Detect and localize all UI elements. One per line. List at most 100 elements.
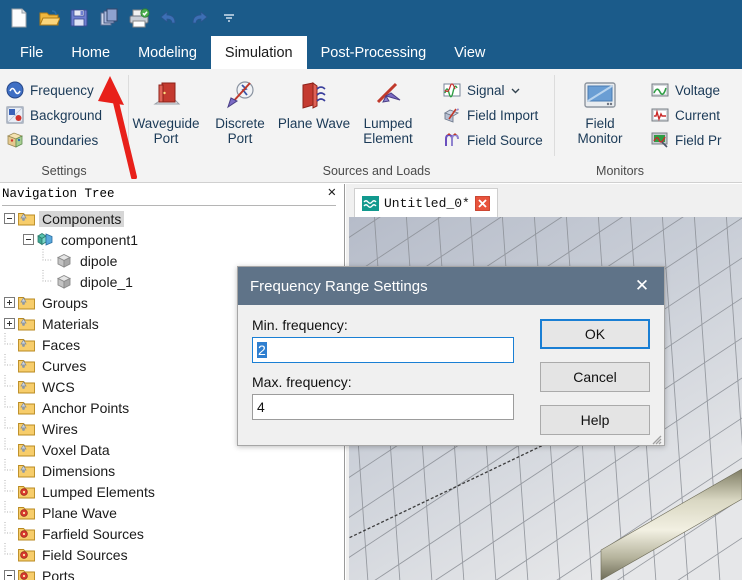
boundaries-button[interactable]: Boundaries xyxy=(6,129,102,151)
component-group-icon xyxy=(37,232,54,247)
collapse-icon[interactable] xyxy=(4,570,15,580)
voltage-monitor-button[interactable]: Voltage xyxy=(651,79,722,101)
field-monitor-label: Field Monitor xyxy=(577,116,623,146)
tree-item-field-sources[interactable]: Field Sources xyxy=(4,542,344,565)
dialog-title-bar: Frequency Range Settings ✕ xyxy=(238,267,664,305)
tree-item-label: dipole_1 xyxy=(80,273,133,290)
group-label-monitors: Monitors xyxy=(596,164,644,178)
document-tab-untitled[interactable]: Untitled_0* xyxy=(354,188,498,217)
tree-item-ports[interactable]: Ports xyxy=(4,565,344,580)
collapse-icon[interactable] xyxy=(23,234,34,245)
waveguide-port-button[interactable]: Waveguide Port xyxy=(129,76,203,146)
tab-simulation[interactable]: Simulation xyxy=(210,36,307,69)
tree-item-label: Farfield Sources xyxy=(42,525,144,542)
wave-document-icon xyxy=(362,195,379,211)
new-file-icon[interactable] xyxy=(6,5,32,31)
field-probe-button[interactable]: Field Pr xyxy=(651,129,722,151)
open-folder-icon[interactable] xyxy=(36,5,62,31)
min-frequency-input[interactable]: 2 xyxy=(252,337,514,363)
field-import-button[interactable]: Field Import xyxy=(443,104,543,126)
ribbon-group-settings: Frequency Background Boundaries Settings xyxy=(0,69,128,183)
tree-item-farfield-sources[interactable]: Farfield Sources xyxy=(4,521,344,544)
tree-item-components[interactable]: Components xyxy=(4,208,344,229)
expand-icon[interactable] xyxy=(4,297,15,308)
tree-item-label: WCS xyxy=(42,378,75,395)
field-monitor-icon xyxy=(582,78,618,114)
folder-source-icon xyxy=(18,526,35,541)
max-frequency-input[interactable]: 4 xyxy=(252,394,514,420)
folder-component-icon xyxy=(18,421,35,436)
ribbon-body: Frequency Background Boundaries Settings… xyxy=(0,69,742,183)
frequency-range-settings-dialog: Frequency Range Settings ✕ Min. frequenc… xyxy=(237,266,665,446)
signal-button[interactable]: Signal xyxy=(443,79,543,101)
tab-post-processing[interactable]: Post-Processing xyxy=(307,36,441,69)
print-icon[interactable] xyxy=(126,5,152,31)
divider xyxy=(2,205,336,206)
folder-component-icon xyxy=(18,463,35,478)
tree-item-label: component1 xyxy=(61,231,139,248)
expand-icon[interactable] xyxy=(4,318,15,329)
solid-box-icon xyxy=(56,253,73,268)
folder-component-icon xyxy=(18,337,35,352)
waveguide-port-icon xyxy=(148,78,184,114)
tab-view[interactable]: View xyxy=(440,36,499,69)
redo-arrow-icon[interactable] xyxy=(186,5,212,31)
tree-item-label: Materials xyxy=(42,315,99,332)
tree-item-lumped-elements[interactable]: Lumped Elements xyxy=(4,479,344,502)
dialog-title: Frequency Range Settings xyxy=(250,277,428,295)
help-button[interactable]: Help xyxy=(540,405,650,435)
frequency-button[interactable]: Frequency xyxy=(6,79,102,101)
dialog-body: Min. frequency: 2 Max. frequency: 4 OK C… xyxy=(238,305,664,447)
tab-home[interactable]: Home xyxy=(57,36,124,69)
plane-wave-button[interactable]: Plane Wave xyxy=(277,76,351,131)
current-monitor-button[interactable]: Current xyxy=(651,104,722,126)
folder-component-icon xyxy=(18,400,35,415)
tree-item-dimensions[interactable]: Dimensions xyxy=(4,458,344,481)
monitors-small-commands: Voltage Current Field Pr xyxy=(637,76,730,151)
copy-icon[interactable] xyxy=(96,5,122,31)
undo-arrow-icon[interactable] xyxy=(156,5,182,31)
frequency-label: Frequency xyxy=(30,82,94,98)
tree-item-label: Wires xyxy=(42,420,78,437)
folder-component-icon xyxy=(18,316,35,331)
lumped-element-icon xyxy=(370,78,406,114)
background-button[interactable]: Background xyxy=(6,104,102,126)
ribbon-group-sources-and-loads: Waveguide Port Discrete Port Plane Wave xyxy=(129,69,554,183)
tab-file[interactable]: File xyxy=(6,36,57,69)
tree-item-plane-wave[interactable]: Plane Wave xyxy=(4,500,344,523)
ok-button[interactable]: OK xyxy=(540,319,650,349)
collapse-icon[interactable] xyxy=(4,213,15,224)
field-probe-icon xyxy=(651,131,669,149)
field-source-button[interactable]: Field Source xyxy=(443,129,543,151)
application-window: File Home Modeling Simulation Post-Proce… xyxy=(0,0,742,580)
field-source-label: Field Source xyxy=(467,132,543,148)
close-icon[interactable]: ✕ xyxy=(620,267,664,305)
dialog-buttons: OK Cancel Help xyxy=(540,319,650,435)
boundaries-label: Boundaries xyxy=(30,132,99,148)
field-monitor-button[interactable]: Field Monitor xyxy=(563,76,637,146)
field-import-label: Field Import xyxy=(467,107,539,123)
close-icon[interactable] xyxy=(474,195,491,211)
field-import-icon xyxy=(443,106,461,124)
discrete-port-button[interactable]: Discrete Port xyxy=(203,76,277,146)
tree-item-label: Voxel Data xyxy=(42,441,110,458)
chevron-down-icon[interactable] xyxy=(511,83,520,98)
tree-item-label: Dimensions xyxy=(42,462,116,479)
tab-modeling[interactable]: Modeling xyxy=(124,36,211,69)
cancel-button[interactable]: Cancel xyxy=(540,362,650,392)
document-tab-label: Untitled_0* xyxy=(384,195,470,211)
group-label-settings: Settings xyxy=(41,164,87,178)
tree-item-label: Components xyxy=(39,210,125,227)
ribbon-group-monitors: Field Monitor Voltage Current Field Pr M… xyxy=(555,69,740,183)
signal-icon xyxy=(443,81,461,99)
close-icon[interactable]: ✕ xyxy=(328,185,336,201)
tree-item-component1[interactable]: component1 xyxy=(4,229,344,250)
save-floppy-icon[interactable] xyxy=(66,5,92,31)
group-label-sources-and-loads: Sources and Loads xyxy=(322,164,431,178)
lumped-element-button[interactable]: Lumped Element xyxy=(351,76,425,146)
resize-grip[interactable] xyxy=(649,432,662,445)
folder-source-icon xyxy=(18,547,35,562)
settings-commands: Frequency Background Boundaries xyxy=(0,76,110,151)
folder-component-icon xyxy=(18,358,35,373)
chevron-down-icon[interactable] xyxy=(216,5,242,31)
